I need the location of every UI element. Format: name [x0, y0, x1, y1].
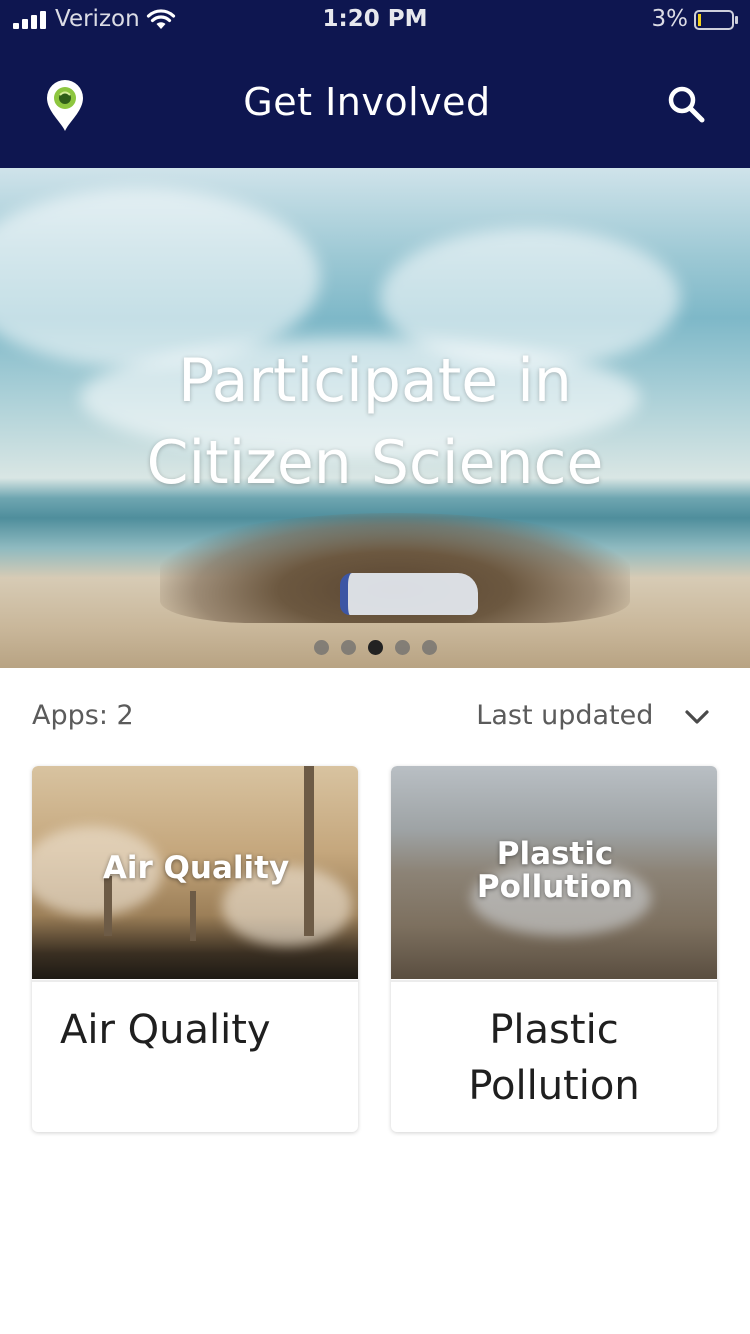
app-title-line1: Plastic	[489, 1007, 619, 1053]
battery-icon	[694, 10, 738, 30]
sort-dropdown[interactable]: Last updated	[476, 700, 710, 731]
list-toolbar: Apps: 2 Last updated	[0, 668, 750, 766]
thumbnail-title-line2: Pollution	[476, 869, 634, 905]
carousel-dot[interactable]	[313, 640, 329, 655]
hero-headline-line1: Participate in	[178, 346, 572, 416]
app-card-air-quality[interactable]: Air Quality Air Quality	[32, 766, 358, 1132]
thumbnail-title: Air Quality	[102, 850, 290, 886]
chimney	[190, 891, 196, 941]
hero-plastic-bag	[340, 573, 478, 615]
chevron-down-icon	[685, 709, 709, 724]
app-thumbnail: Plastic Pollution	[391, 766, 717, 979]
app-title: Air Quality	[60, 1007, 271, 1053]
carousel-dot[interactable]	[421, 640, 437, 655]
hero-carousel[interactable]: Participate in Citizen Science	[0, 168, 750, 668]
sort-label: Last updated	[476, 700, 654, 731]
thumbnail-title-line1: Plastic	[496, 836, 614, 872]
carousel-dot-active[interactable]	[367, 640, 383, 655]
app-title-line2: Pollution	[468, 1063, 640, 1109]
carousel-dot[interactable]	[340, 640, 356, 655]
chimney	[304, 766, 314, 936]
status-bar: Verizon 1:20 PM 3%	[0, 0, 750, 40]
card-divider	[391, 980, 717, 982]
carousel-dot[interactable]	[394, 640, 410, 655]
status-time: 1:20 PM	[322, 6, 428, 32]
app-title: Plastic Pollution	[391, 1002, 717, 1114]
app-thumbnail: Air Quality	[32, 766, 358, 979]
battery-percentage: 3%	[651, 6, 689, 32]
page-title: Get Involved	[243, 80, 491, 124]
carousel-indicator	[0, 640, 750, 655]
app-header: Get Involved	[0, 40, 750, 168]
card-divider	[32, 980, 358, 982]
hero-headline: Participate in Citizen Science	[0, 340, 750, 504]
search-icon[interactable]	[666, 84, 706, 124]
hero-headline-line2: Citizen Science	[146, 428, 604, 498]
apps-count: Apps: 2	[32, 700, 134, 731]
app-card-plastic-pollution[interactable]: Plastic Pollution Plastic Pollution	[391, 766, 717, 1132]
thumbnail-title: Plastic Pollution	[391, 838, 717, 904]
